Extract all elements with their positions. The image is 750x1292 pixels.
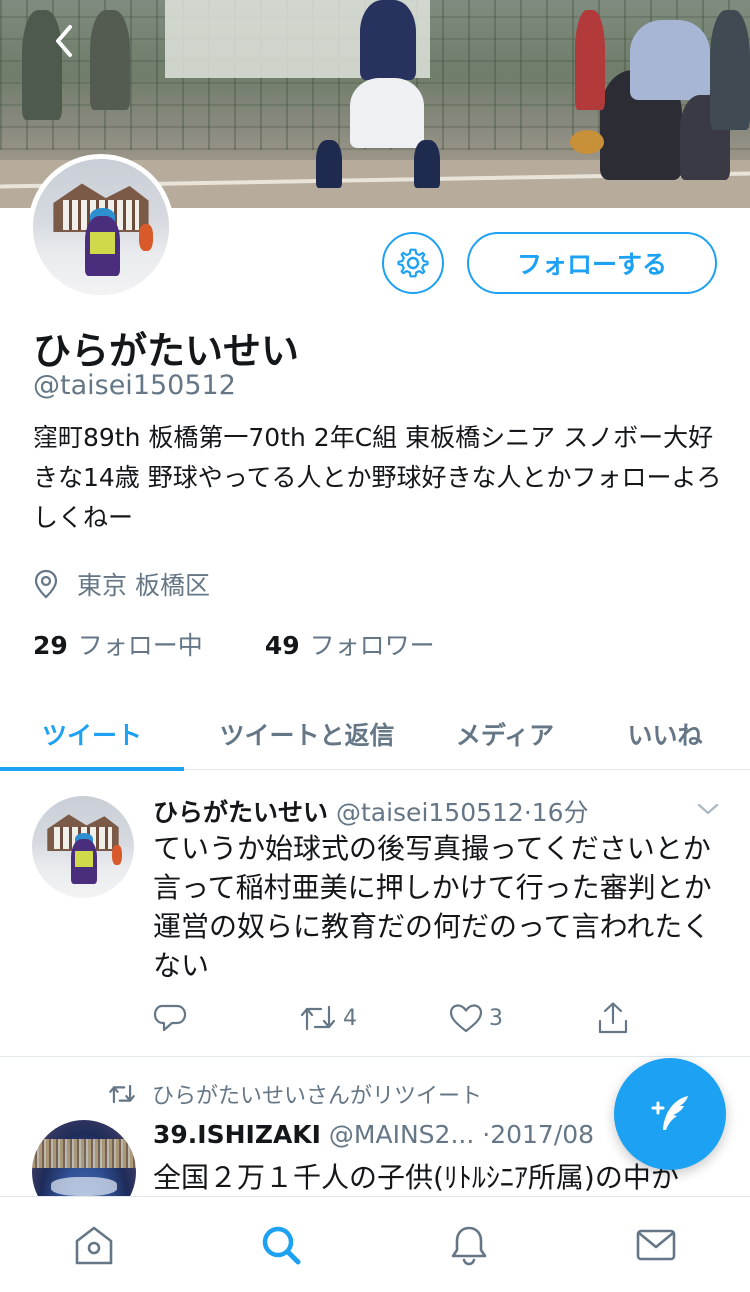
mail-icon [636,1229,676,1260]
retweet-icon [109,1084,135,1104]
retweet-note: ひらがたいせいさんがリツイート [108,1078,482,1110]
profile-handle: @taisei150512 [33,370,236,401]
home-icon [75,1226,113,1264]
location-text: 東京 板橋区 [77,571,210,600]
retweet-note-text: ひらがたいせいさんがリツイート [152,1084,483,1109]
tweet-text: ていうか始球式の後写真撮ってくださいとか言って稲村亜美に押しかけて行った審判とか… [153,832,712,982]
tweet-time: 2017/08 [490,1120,595,1149]
followers-stat[interactable]: 49 フォロワー [265,626,435,662]
followers-count: 49 [264,631,300,660]
settings-button[interactable] [382,232,444,294]
nav-search[interactable] [241,1205,321,1285]
tab-tweets[interactable]: ツイート [0,698,184,771]
tweet-header: 39.ISHIZAKI @MAINS2... ·2017/08 [153,1120,594,1149]
back-chevron-icon [56,24,72,57]
nav-notifications[interactable] [429,1205,509,1285]
search-icon [263,1226,301,1264]
compose-button[interactable] [614,1058,726,1170]
tweet-time: 16分 [531,798,589,827]
profile-bio: 窪町89th 板橋第一70th 2年C組 東板橋シニア スノボー大好きな14歳 … [33,423,722,532]
nav-home[interactable] [54,1205,134,1285]
following-label: フォロー中 [77,631,203,660]
followers-label: フォロワー [309,631,435,660]
profile-tabs: ツイート ツイートと返信 メディア いいね [0,698,750,771]
following-count: 29 [33,631,68,660]
reply-icon [153,1004,187,1032]
back-button[interactable] [44,20,84,64]
tweet-author-name: 39.ISHIZAKI [153,1120,321,1149]
share-button[interactable] [597,1001,635,1035]
heart-icon [449,1004,483,1033]
like-button[interactable]: 3 [449,1003,597,1033]
following-stat[interactable]: 29 フォロー中 [33,626,203,662]
tweet-author-name: ひらがたいせい [153,798,329,827]
tweet-item[interactable]: ひらがたいせい @taisei150512·16分 ていうか始球式の後写真撮って… [0,771,750,1057]
profile-location: 東京 板橋区 [33,566,210,602]
follow-button[interactable]: フォローする [467,232,717,294]
compose-icon [651,1096,688,1130]
share-icon [598,1002,628,1034]
profile-name: ひらがたいせい [33,329,300,373]
nav-messages[interactable] [616,1205,696,1285]
tweet-author-handle: @MAINS2... [328,1120,475,1149]
tweet-text: 全国２万１千人の子供(ﾘﾄﾙｼﾆｱ所属)の中か [153,1161,679,1194]
location-pin-icon [34,569,58,599]
retweet-icon [300,1005,336,1031]
tweet-separator: · [523,798,532,827]
reply-button[interactable] [153,1002,299,1034]
tweet-separator: · [482,1120,491,1149]
tab-likes[interactable]: いいね [580,698,750,770]
gear-icon [397,248,429,278]
profile-stats: 29 フォロー中 49 フォロワー [33,626,497,662]
tab-media[interactable]: メディア [430,698,580,770]
tweet-author-handle: @taisei150512 [335,798,524,827]
bottom-nav [0,1196,750,1292]
retweet-button[interactable]: 4 [299,1003,449,1033]
profile-avatar[interactable] [28,154,174,300]
like-count: 3 [489,1005,503,1031]
bell-icon [451,1226,487,1265]
tweet-avatar[interactable] [32,1120,136,1198]
chevron-down-icon[interactable] [696,799,720,819]
tweet-actions: 4 3 [153,1001,643,1035]
tab-tweets-and-replies[interactable]: ツイートと返信 [184,698,430,770]
retweet-count: 4 [343,1005,357,1031]
tweet-header: ひらがたいせい @taisei150512·16分 [153,793,589,829]
tweet-avatar[interactable] [32,796,134,898]
